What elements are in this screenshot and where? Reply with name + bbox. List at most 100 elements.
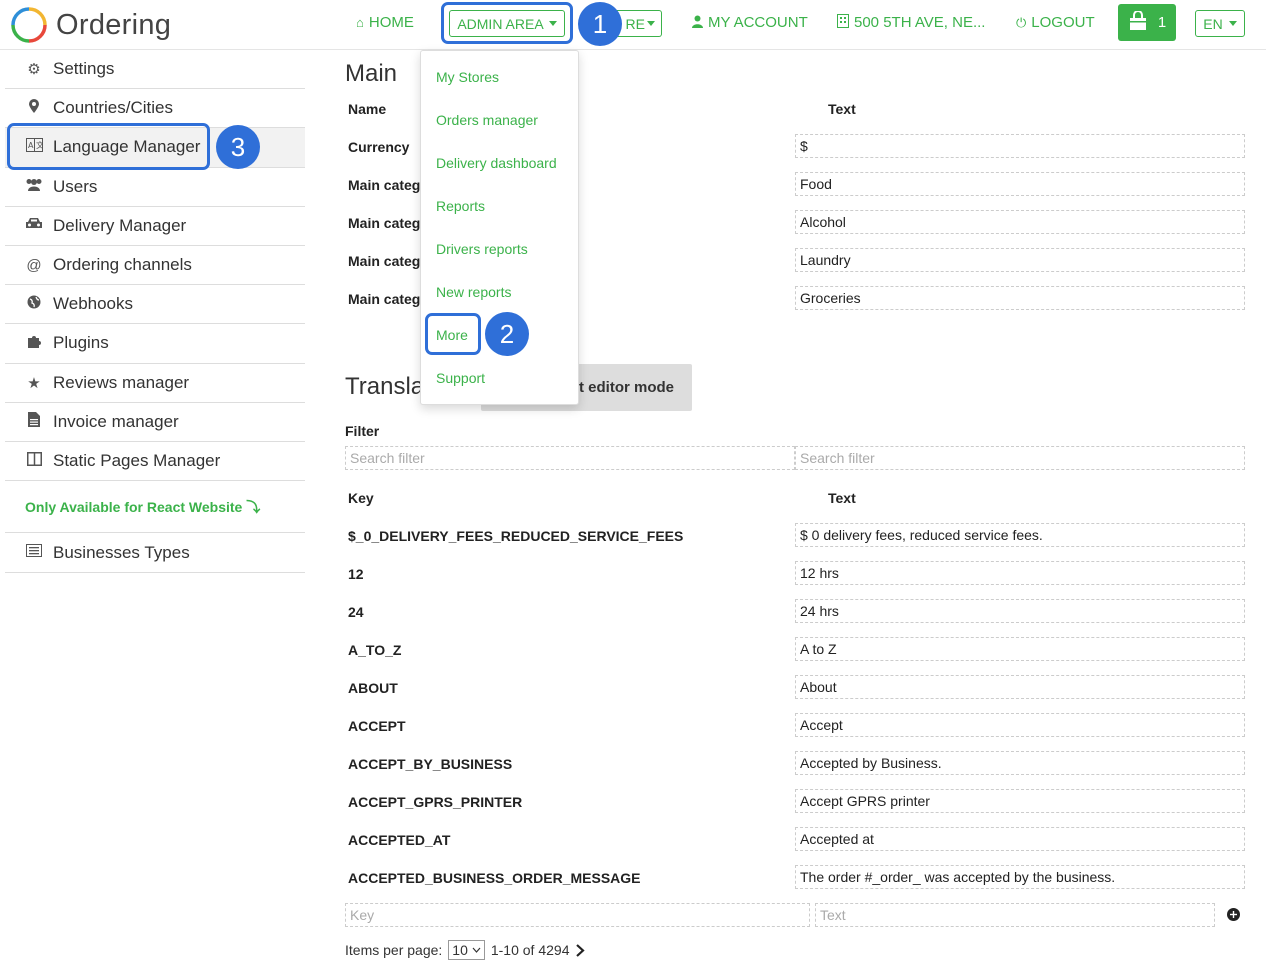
translation-key: $_0_DELIVERY_FEES_REDUCED_SERVICE_FEES — [348, 528, 684, 544]
translation-text-field[interactable]: About — [795, 675, 1245, 699]
ordering-logo-icon — [11, 7, 47, 43]
text-column-header: Text — [828, 490, 856, 506]
menu-item-orders-manager[interactable]: Orders manager — [436, 112, 538, 128]
row-name: Main categ — [348, 177, 421, 193]
map-marker-icon — [25, 99, 43, 117]
sidebar-item-label: Plugins — [53, 333, 109, 353]
row-name: Main categ — [348, 215, 421, 231]
translation-key: ABOUT — [348, 680, 398, 696]
file-icon — [25, 412, 43, 431]
list-icon — [25, 544, 43, 561]
translation-key: ACCEPTED_BUSINESS_ORDER_MESSAGE — [348, 870, 641, 886]
sidebar-item-businesses-types[interactable]: Businesses Types — [5, 533, 305, 574]
translation-key: 12 — [348, 566, 364, 582]
sidebar-item-static-pages-manager[interactable]: Static Pages Manager — [5, 442, 305, 482]
row-name: Main categ — [348, 291, 421, 307]
text-search-filter-input[interactable]: Search filter — [795, 446, 1245, 470]
sidebar-item-users[interactable]: Users — [5, 168, 305, 207]
nav-home[interactable]: ⌂ HOME — [356, 14, 414, 31]
sidebar-item-invoice-manager[interactable]: Invoice manager — [5, 403, 305, 442]
text-field[interactable]: Food — [795, 172, 1245, 196]
nav-logout[interactable]: ⏻ LOGOUT — [1016, 14, 1095, 31]
translation-text-field[interactable]: Accepted by Business. — [795, 751, 1245, 775]
translation-text-field[interactable]: 24 hrs — [795, 599, 1245, 623]
nav-my-account-label: MY ACCOUNT — [708, 14, 808, 31]
building-icon — [837, 14, 849, 31]
globe-icon — [25, 295, 43, 313]
columns-icon — [25, 451, 43, 470]
sidebar-item-webhooks[interactable]: Webhooks — [5, 285, 305, 325]
sidebar-item-ordering-channels[interactable]: @ Ordering channels — [5, 246, 305, 286]
user-icon — [692, 15, 703, 31]
translation-text-field[interactable]: $ 0 delivery fees, reduced service fees. — [795, 523, 1245, 547]
text-field[interactable]: Groceries — [795, 286, 1245, 310]
step-badge-1: 1 — [578, 2, 622, 46]
sidebar-item-label: Invoice manager — [53, 411, 179, 431]
sidebar-item-label: Countries/Cities — [53, 98, 173, 118]
cart-count: 1 — [1157, 14, 1167, 31]
nav-address-label: 500 5TH AVE, NE... — [854, 14, 986, 31]
sidebar-item-label: Webhooks — [53, 294, 134, 314]
translation-key: ACCEPT — [348, 718, 406, 734]
new-text-input[interactable]: Text — [815, 903, 1215, 927]
translation-key: A_TO_Z — [348, 642, 402, 658]
highlight-language-manager — [7, 123, 210, 170]
translation-text-field[interactable]: Accept — [795, 713, 1245, 737]
star-icon: ★ — [27, 374, 41, 392]
translation-text-field[interactable]: The order #_order_ was accepted by the b… — [795, 865, 1245, 889]
sidebar-item-label: Businesses Types — [53, 542, 190, 562]
chevron-down-icon — [647, 21, 655, 26]
text-field[interactable]: Laundry — [795, 248, 1245, 272]
sidebar-item-settings[interactable]: ⚙ Settings — [5, 50, 305, 90]
row-name: Main categ — [348, 253, 421, 269]
step-badge-2: 2 — [485, 312, 529, 356]
nav-my-account[interactable]: MY ACCOUNT — [692, 14, 808, 31]
logo[interactable]: Ordering — [10, 6, 171, 44]
translation-key: 24 — [348, 604, 364, 620]
sidebar-item-label: Delivery Manager — [53, 215, 187, 235]
sidebar-item-label: Users — [53, 176, 98, 196]
sidebar-item-label: Reviews manager — [53, 372, 190, 392]
top-navbar: Ordering ⌂ HOME ADMIN AREA RE MY ACCOUNT… — [0, 0, 1266, 50]
add-translation-button[interactable] — [1227, 908, 1240, 926]
cart-button[interactable]: 1 — [1118, 4, 1176, 41]
sidebar-item-plugins[interactable]: Plugins — [5, 324, 305, 364]
chevron-right-icon[interactable] — [575, 943, 586, 957]
translation-text-field[interactable]: A to Z — [795, 637, 1245, 661]
sidebar-item-label: Ordering channels — [53, 255, 192, 275]
text-field[interactable]: $ — [795, 134, 1245, 158]
text-field[interactable]: Alcohol — [795, 210, 1245, 234]
menu-item-my-stores[interactable]: My Stores — [436, 69, 499, 85]
nav-address[interactable]: 500 5TH AVE, NE... — [837, 14, 985, 31]
pagination: Items per page: 10 1-10 of 4294 — [345, 940, 586, 960]
translation-key: ACCEPT_BY_BUSINESS — [348, 756, 513, 772]
key-search-filter-input[interactable]: Search filter — [345, 446, 795, 470]
row-name: Currency — [348, 139, 410, 155]
puzzle-icon — [25, 334, 43, 353]
translations-section-title: Transla — [345, 373, 425, 400]
more-button-label: RE — [625, 15, 645, 32]
menu-item-drivers-reports[interactable]: Drivers reports — [436, 241, 528, 257]
sidebar-item-delivery-manager[interactable]: Delivery Manager — [5, 207, 305, 246]
nav-logout-label: LOGOUT — [1031, 14, 1095, 31]
menu-item-support[interactable]: Support — [436, 370, 485, 386]
new-key-input[interactable]: Key — [345, 903, 810, 927]
items-per-page-select[interactable]: 10 — [448, 940, 485, 960]
users-icon — [25, 178, 43, 195]
translation-text-field[interactable]: Accepted at — [795, 827, 1245, 851]
sidebar-item-reviews-manager[interactable]: ★ Reviews manager — [5, 364, 305, 403]
menu-item-reports[interactable]: Reports — [436, 198, 485, 214]
translation-key: ACCEPTED_AT — [348, 832, 451, 848]
menu-item-new-reports[interactable]: New reports — [436, 284, 511, 300]
translation-text-field[interactable]: Accept GPRS printer — [795, 789, 1245, 813]
more-button[interactable]: RE — [615, 10, 662, 37]
app-name: Ordering — [56, 8, 172, 41]
menu-item-delivery-dashboard[interactable]: Delivery dashboard — [436, 155, 557, 171]
language-select[interactable]: EN — [1195, 10, 1245, 37]
key-column-header: Key — [348, 490, 374, 506]
translation-text-field[interactable]: 12 hrs — [795, 561, 1245, 585]
nav-home-label: HOME — [368, 14, 414, 31]
filter-label: Filter — [345, 423, 380, 439]
power-icon: ⏻ — [1016, 14, 1027, 30]
chevron-down-icon — [472, 947, 481, 953]
